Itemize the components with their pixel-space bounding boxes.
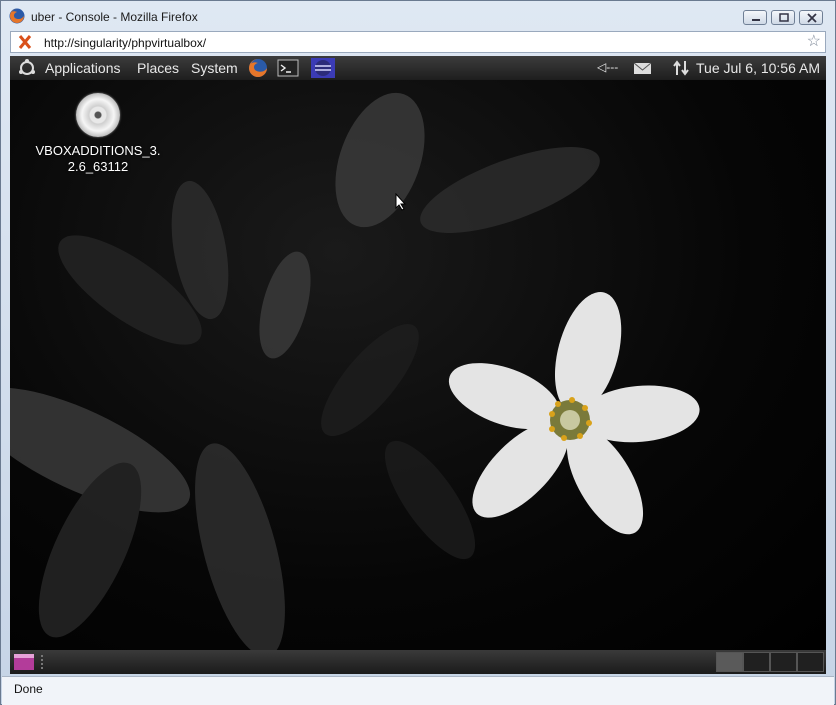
- desktop-icon-vboxadditions[interactable]: VBOXADDITIONS_3. 2.6_63112: [34, 93, 162, 175]
- workspace-4[interactable]: [797, 652, 824, 672]
- status-bar: Done: [2, 676, 834, 705]
- desktop-icon-label: VBOXADDITIONS_3. 2.6_63112: [35, 143, 161, 174]
- address-bar[interactable]: http://singularity/phpvirtualbox/ ☆: [10, 31, 826, 53]
- ubuntu-logo-icon[interactable]: [16, 58, 38, 78]
- volume-indicator[interactable]: ◁---: [597, 60, 618, 74]
- eclipse-launcher-icon[interactable]: [311, 58, 335, 78]
- mouse-cursor-icon: [395, 193, 407, 211]
- close-icon: [807, 13, 817, 23]
- menu-applications[interactable]: Applications: [45, 60, 121, 76]
- firefox-icon: [9, 8, 25, 24]
- status-text: Done: [14, 682, 43, 696]
- minimize-button[interactable]: [743, 10, 767, 25]
- maximize-icon: [779, 13, 789, 22]
- show-desktop-icon[interactable]: [13, 653, 35, 671]
- terminal-launcher-icon[interactable]: [277, 58, 299, 78]
- star-icon[interactable]: ☆: [807, 32, 821, 52]
- firefox-launcher-icon[interactable]: [247, 58, 269, 78]
- cd-disc-icon: [76, 93, 120, 137]
- workspace-3[interactable]: [770, 652, 797, 672]
- workspace-1[interactable]: [716, 652, 743, 672]
- mail-icon[interactable]: [632, 58, 654, 78]
- minimize-icon: [752, 19, 760, 21]
- gnome-top-panel: Applications Places System ◁--- Tue Jul …: [10, 56, 826, 80]
- clock[interactable]: Tue Jul 6, 10:56 AM: [696, 60, 820, 76]
- menu-places[interactable]: Places: [137, 60, 179, 76]
- vm-console[interactable]: Applications Places System ◁--- Tue Jul …: [10, 56, 826, 674]
- firefox-window: uber - Console - Mozilla Firefox http://…: [0, 0, 836, 705]
- menu-system[interactable]: System: [191, 60, 238, 76]
- panel-handle[interactable]: [41, 655, 46, 669]
- desktop-wallpaper[interactable]: VBOXADDITIONS_3. 2.6_63112: [10, 80, 826, 650]
- url-text[interactable]: http://singularity/phpvirtualbox/: [44, 36, 206, 50]
- maximize-button[interactable]: [771, 10, 795, 25]
- vbox-site-icon: [18, 35, 32, 49]
- network-icon[interactable]: [671, 58, 693, 78]
- workspace-2[interactable]: [743, 652, 770, 672]
- gnome-bottom-panel: [10, 650, 826, 674]
- close-button[interactable]: [799, 10, 823, 25]
- window-title: uber - Console - Mozilla Firefox: [31, 10, 198, 24]
- title-bar[interactable]: uber - Console - Mozilla Firefox: [1, 1, 835, 31]
